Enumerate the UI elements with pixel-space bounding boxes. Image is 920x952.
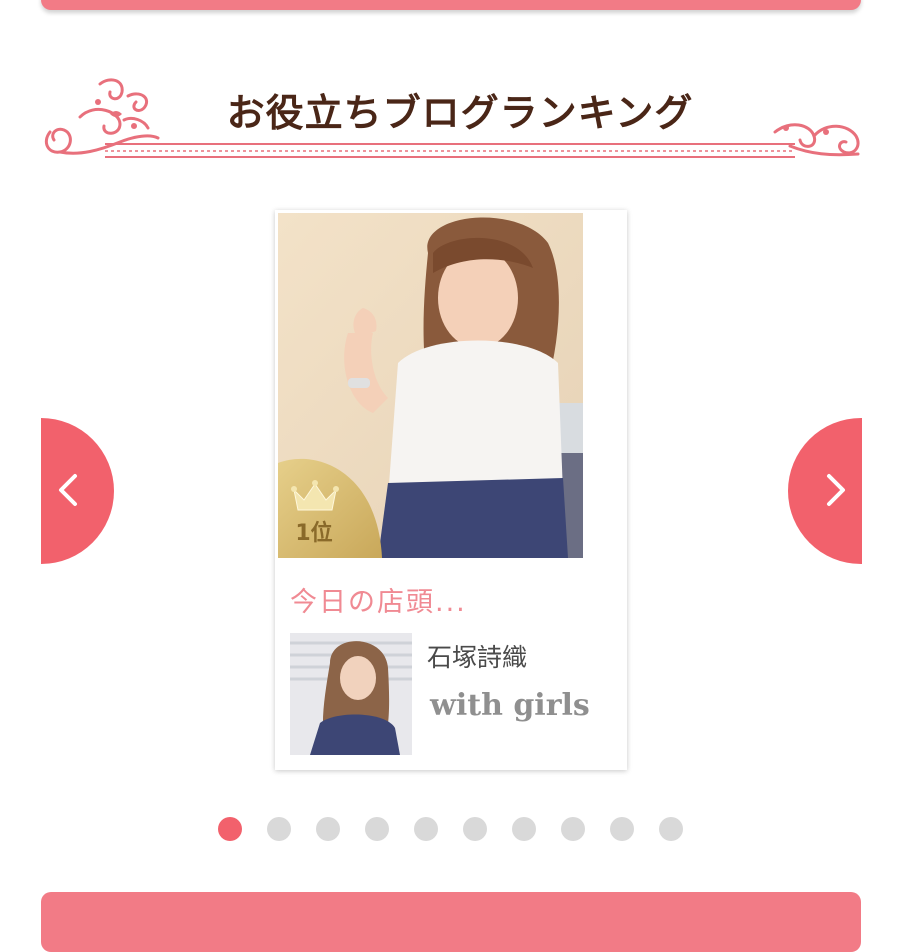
top-section-bar[interactable]: [41, 0, 861, 10]
chevron-left-icon: [59, 474, 77, 506]
pagination-dot[interactable]: [365, 817, 389, 841]
chevron-right-icon: [827, 474, 845, 506]
section-title: お役立ちブログランキング: [226, 91, 694, 135]
pagination-dot[interactable]: [659, 817, 683, 841]
pagination-dot[interactable]: [218, 817, 242, 841]
rank-label: 1位: [295, 521, 333, 546]
ranking-card[interactable]: 1位 今日の店頭... 石塚詩織 with girls: [275, 210, 627, 770]
pagination-dot[interactable]: [316, 817, 340, 841]
author-avatar[interactable]: [290, 633, 412, 755]
pagination-dot[interactable]: [561, 817, 585, 841]
pagination-dot[interactable]: [512, 817, 536, 841]
pagination-dot[interactable]: [463, 817, 487, 841]
next-button[interactable]: [788, 410, 862, 570]
heading-underline: [105, 143, 795, 158]
post-title[interactable]: 今日の店頭...: [290, 580, 467, 619]
pagination-dot[interactable]: [610, 817, 634, 841]
carousel-pagination: [218, 817, 683, 841]
blog-name[interactable]: with girls: [430, 688, 590, 723]
rank-badge: 1位: [278, 453, 382, 558]
crown-icon: [291, 480, 339, 511]
bottom-section-bar[interactable]: [41, 892, 861, 952]
prev-button[interactable]: [41, 410, 117, 570]
author-name[interactable]: 石塚詩織: [427, 638, 527, 674]
pagination-dot[interactable]: [267, 817, 291, 841]
pagination-dot[interactable]: [414, 817, 438, 841]
